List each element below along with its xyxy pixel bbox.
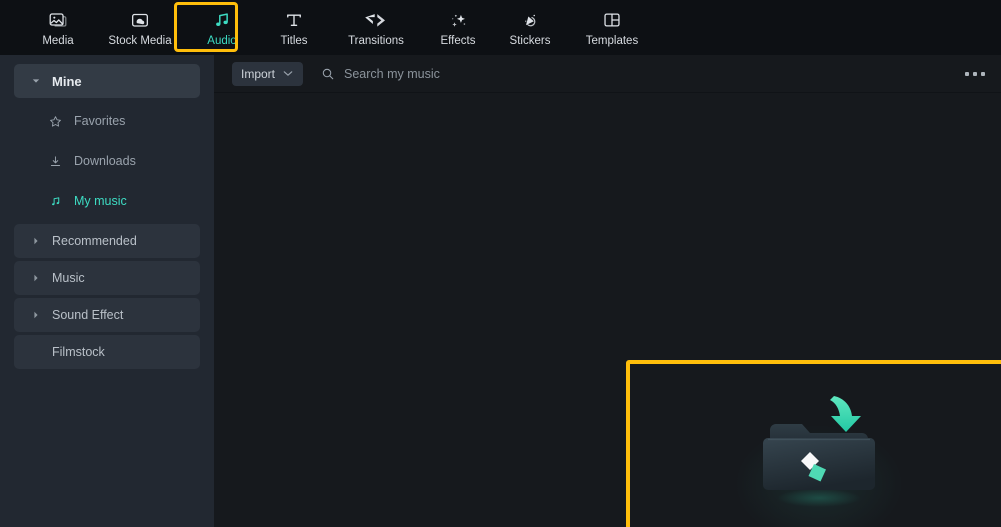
sidebar-item-favorites[interactable]: Favorites <box>14 101 200 141</box>
audio-note-icon <box>210 8 234 32</box>
nav-tab-titles[interactable]: Titles <box>258 0 330 52</box>
sidebar-group-label: Mine <box>52 73 82 89</box>
panel-body: Mine Favorites Downloads My music Recomm… <box>0 55 1001 527</box>
caret-down-icon <box>26 77 46 85</box>
top-nav-items: Media Stock Media Audio Titles Transitio… <box>0 0 658 52</box>
import-button[interactable]: Import <box>232 61 303 86</box>
top-navigation-bar: Media Stock Media Audio Titles Transitio… <box>0 0 1001 55</box>
folder-import-icon <box>754 394 884 512</box>
search-icon <box>321 67 335 81</box>
nav-tab-effects[interactable]: Effects <box>422 0 494 52</box>
star-icon <box>46 112 64 130</box>
templates-icon <box>600 8 624 32</box>
sidebar-item-label: My music <box>74 194 127 208</box>
nav-tab-label: Audio <box>207 35 237 47</box>
stock-media-icon <box>128 8 152 32</box>
download-icon <box>46 152 64 170</box>
caret-right-icon <box>26 237 46 245</box>
sidebar-group-recommended[interactable]: Recommended <box>14 224 200 258</box>
import-button-label: Import <box>241 66 276 81</box>
sidebar-item-downloads[interactable]: Downloads <box>14 141 200 181</box>
nav-tab-media[interactable]: Media <box>22 0 94 52</box>
sidebar-item-label: Favorites <box>74 114 126 128</box>
nav-tab-label: Stock Media <box>108 35 172 47</box>
nav-tab-templates[interactable]: Templates <box>566 0 658 52</box>
sidebar-group-mine[interactable]: Mine <box>14 64 200 98</box>
titles-t-icon <box>282 8 306 32</box>
caret-right-icon <box>26 274 46 282</box>
nav-tab-label: Stickers <box>509 35 551 47</box>
sidebar-group-label: Sound Effect <box>52 308 124 322</box>
caret-right-icon <box>26 311 46 319</box>
dropzone-inner: Drop your audio here or click here to im… <box>630 364 1001 527</box>
content-toolbar: Import <box>214 55 1001 93</box>
effects-wand-icon <box>446 8 470 32</box>
transitions-icon <box>364 8 388 32</box>
chevron-down-icon[interactable] <box>283 70 293 77</box>
search-box[interactable] <box>321 66 604 81</box>
media-icon <box>46 8 70 32</box>
nav-tab-label: Titles <box>280 35 308 47</box>
sidebar-group-label: Filmstock <box>52 345 105 359</box>
sidebar-item-my-music[interactable]: My music <box>14 181 200 221</box>
nav-tab-stickers[interactable]: Stickers <box>494 0 566 52</box>
stickers-icon <box>518 8 542 32</box>
music-note-icon <box>46 192 64 210</box>
nav-tab-label: Effects <box>440 35 476 47</box>
sidebar-group-filmstock[interactable]: Filmstock <box>14 335 200 369</box>
audio-library-panel: Media Stock Media Audio Titles Transitio… <box>0 0 1001 527</box>
audio-sidebar: Mine Favorites Downloads My music Recomm… <box>0 55 214 527</box>
search-input[interactable] <box>344 66 604 81</box>
nav-tab-transitions[interactable]: Transitions <box>330 0 422 52</box>
audio-dropzone[interactable]: Drop your audio here or click here to im… <box>626 360 1001 527</box>
nav-tab-label: Transitions <box>348 35 404 47</box>
nav-tab-label: Media <box>42 35 74 47</box>
sidebar-group-sound-effect[interactable]: Sound Effect <box>14 298 200 332</box>
nav-tab-stock-media[interactable]: Stock Media <box>94 0 186 52</box>
sidebar-item-label: Downloads <box>74 154 136 168</box>
more-options-icon[interactable] <box>963 66 987 82</box>
sidebar-group-label: Recommended <box>52 234 137 248</box>
sidebar-group-music[interactable]: Music <box>14 261 200 295</box>
nav-tab-label: Templates <box>585 35 639 47</box>
sidebar-group-label: Music <box>52 271 85 285</box>
nav-tab-audio[interactable]: Audio <box>186 0 258 52</box>
audio-content-area: Import Search my music <box>214 55 1001 527</box>
